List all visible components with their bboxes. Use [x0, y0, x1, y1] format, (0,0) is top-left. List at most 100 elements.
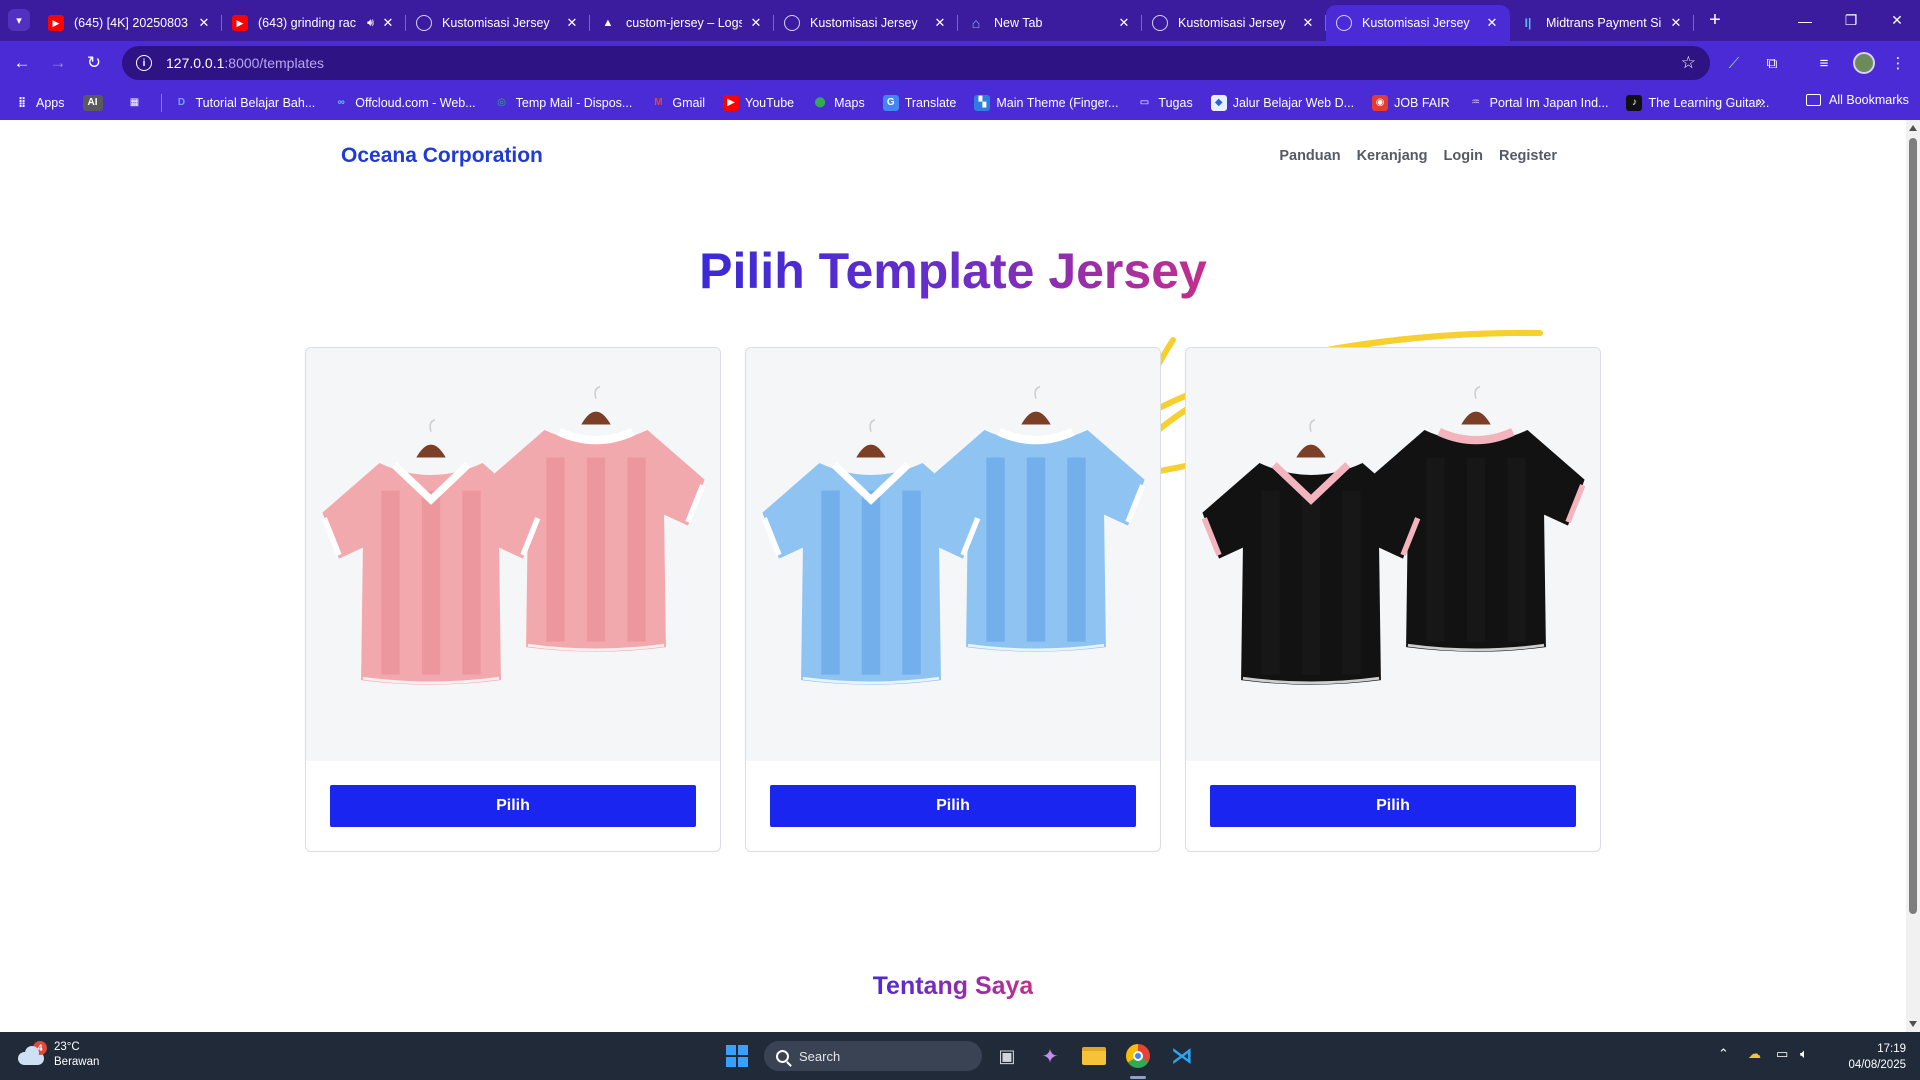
windows-taskbar: 4 23°C Berawan Search ▣ ✦ ⋊ ⌃ ☁ ▭ 🔈︎ 17:… [0, 1032, 1920, 1080]
scroll-down-arrow-icon[interactable] [1909, 1021, 1917, 1027]
show-hidden-icons-chevron-icon[interactable]: ⌃ [1718, 1046, 1729, 1062]
tab-close-icon[interactable]: ✕ [1300, 15, 1316, 31]
new-tab-button[interactable]: + [1704, 9, 1726, 32]
tab-close-icon[interactable]: ✕ [380, 15, 396, 31]
tab-close-icon[interactable]: ✕ [196, 15, 212, 31]
address-bar[interactable]: i 127.0.0.1:8000/templates ☆ [122, 46, 1710, 80]
tab-close-icon[interactable]: ✕ [564, 15, 580, 31]
bookmark-0[interactable]: ⣿ Apps [14, 95, 64, 111]
select-template-button[interactable]: Pilih [770, 785, 1136, 827]
select-template-button[interactable]: Pilih [1210, 785, 1576, 827]
chrome-menu-icon[interactable]: ⋮ [1888, 53, 1908, 73]
extensions-puzzle-icon[interactable]: ⧉ [1762, 53, 1782, 73]
jobfair-icon: ◉ [1372, 94, 1389, 111]
tab-separator [1693, 15, 1694, 31]
tab-close-icon[interactable]: ✕ [748, 15, 764, 31]
bookmarks-bar: ⣿ Apps AI ▦ D Tutorial Belajar Bah... ∞ Offclou… [0, 85, 1920, 120]
bookmark-1[interactable]: AI [82, 94, 109, 111]
tab-7[interactable]: Kustomisasi Jersey ✕ [1326, 5, 1510, 41]
folder-icon [1806, 94, 1821, 106]
tab-3[interactable]: ▲ custom-jersey – Logs ✕ [590, 5, 774, 41]
file-explorer-icon[interactable] [1078, 1040, 1110, 1072]
tab-search-button[interactable]: ▾ [8, 9, 30, 31]
tab-4[interactable]: Kustomisasi Jersey ✕ [774, 5, 958, 41]
tab-audio-icon[interactable]: 🔊︎ [367, 17, 374, 30]
weather-badge: 4 [33, 1041, 47, 1055]
tab-0[interactable]: ▶ (645) [4K] 20250803 ✕ [38, 5, 222, 41]
all-bookmarks-label: All Bookmarks [1829, 93, 1909, 107]
folder-icon: ▭ [1139, 97, 1150, 108]
nav-register[interactable]: Register [1499, 148, 1557, 164]
tab-close-icon[interactable]: ✕ [1484, 15, 1500, 31]
bookmark-star-icon[interactable]: ☆ [1681, 53, 1696, 73]
brand-logo[interactable]: Oceana Corporation [341, 144, 543, 168]
bookmark-label: The Learning Guitar... [1648, 95, 1770, 110]
bookmark-14[interactable]: ♒ Portal Im Japan Ind... [1468, 95, 1608, 111]
reload-button[interactable]: ↻ [82, 51, 106, 75]
extension-chart-icon[interactable]: ⟋ [1724, 53, 1744, 73]
bookmark-label: Jalur Belajar Web D... [1232, 95, 1355, 110]
tab-close-icon[interactable]: ✕ [1668, 15, 1684, 31]
bookmark-3[interactable]: D Tutorial Belajar Bah... [174, 95, 315, 111]
minimize-button[interactable]: — [1782, 0, 1828, 41]
start-windows-icon[interactable] [721, 1040, 753, 1072]
close-window-button[interactable]: ✕ [1874, 0, 1920, 41]
tab-close-icon[interactable]: ✕ [1116, 15, 1132, 31]
bookmark-6[interactable]: M Gmail [650, 95, 705, 111]
more-bookmarks-chevron-icon[interactable]: » [1757, 93, 1765, 110]
bookmark-7[interactable]: ▶ YouTube [723, 94, 795, 111]
tab-6[interactable]: Kustomisasi Jersey ✕ [1142, 5, 1326, 41]
bookmark-9[interactable]: G Translate [882, 94, 956, 111]
select-template-button[interactable]: Pilih [330, 785, 696, 827]
jersey-preview[interactable] [1186, 348, 1600, 761]
bookmark-12[interactable]: ◆ Jalur Belajar Web D... [1210, 94, 1355, 111]
media-control-icon[interactable]: ≡ [1814, 53, 1834, 73]
bookmark-11[interactable]: ▭ Tugas [1136, 95, 1193, 111]
portal-icon: ♒ [1471, 97, 1481, 108]
bookmark-label: Temp Mail - Dispos... [515, 95, 633, 110]
volume-icon[interactable]: 🔈︎ [1800, 1046, 1808, 1062]
task-view-icon[interactable]: ▣ [991, 1040, 1023, 1072]
chrome-active-indicator [1130, 1076, 1146, 1079]
scrollbar-thumb[interactable] [1909, 138, 1917, 914]
weather-widget[interactable]: 4 23°C Berawan [16, 1040, 99, 1070]
bookmark-8[interactable]: ⬤ Maps [812, 95, 865, 111]
site-info-icon[interactable]: i [136, 55, 152, 71]
page-viewport: Oceana Corporation Panduan Keranjang Log… [0, 120, 1906, 1032]
tab-close-icon[interactable]: ✕ [932, 15, 948, 31]
chrome-taskbar-icon[interactable] [1122, 1040, 1154, 1072]
back-button[interactable]: ← [10, 51, 34, 75]
bookmark-13[interactable]: ◉ JOB FAIR [1372, 94, 1450, 111]
bookmark-label: YouTube [745, 95, 795, 110]
tab-8[interactable]: I| Midtrans Payment Sir ✕ [1510, 5, 1694, 41]
restore-button[interactable]: ❐ [1828, 0, 1874, 41]
all-bookmarks-button[interactable]: All Bookmarks [1806, 93, 1909, 107]
bookmark-5[interactable]: ◎ Temp Mail - Dispos... [494, 95, 633, 111]
tab-2[interactable]: Kustomisasi Jersey ✕ [406, 5, 590, 41]
vscode-icon[interactable]: ⋊ [1166, 1040, 1198, 1072]
nav-login[interactable]: Login [1444, 148, 1483, 164]
bookmark-10[interactable]: ▚ Main Theme (Finger... [974, 94, 1118, 111]
onedrive-icon[interactable]: ☁ [1748, 1046, 1761, 1062]
forward-button[interactable]: → [46, 51, 70, 75]
jersey-preview[interactable] [746, 348, 1160, 761]
page-scrollbar[interactable] [1906, 120, 1920, 1032]
browser-toolbar: ← → ↻ i 127.0.0.1:8000/templates ☆ ⟋ ⧉ ≡… [0, 41, 1920, 85]
nav-keranjang[interactable]: Keranjang [1357, 148, 1428, 164]
tab-1[interactable]: ▶ (643) grinding rac 🔊︎ ✕ [222, 5, 406, 41]
cloudy-weather-icon: 4 [16, 1041, 47, 1066]
bookmark-2[interactable]: ▦ [127, 95, 149, 111]
tab-list: ▶ (645) [4K] 20250803 ✕ ▶ (643) grinding rac… [38, 5, 1694, 41]
nav-panduan[interactable]: Panduan [1279, 148, 1340, 164]
profile-avatar[interactable] [1853, 52, 1875, 74]
tab-5[interactable]: ⌂ New Tab ✕ [958, 5, 1142, 41]
bookmark-15[interactable]: ♪ The Learning Guitar... [1626, 94, 1770, 111]
taskbar-clock[interactable]: 17:19 04/08/2025 [1848, 1041, 1906, 1073]
scroll-up-arrow-icon[interactable] [1909, 125, 1917, 131]
bookmark-4[interactable]: ∞ Offcloud.com - Web... [333, 95, 476, 111]
jersey-preview[interactable] [306, 348, 720, 761]
tab-title: Kustomisasi Jersey [1178, 16, 1286, 30]
network-icon[interactable]: ▭ [1776, 1046, 1788, 1062]
copilot-icon[interactable]: ✦ [1034, 1040, 1066, 1072]
taskbar-search[interactable]: Search [764, 1041, 982, 1071]
